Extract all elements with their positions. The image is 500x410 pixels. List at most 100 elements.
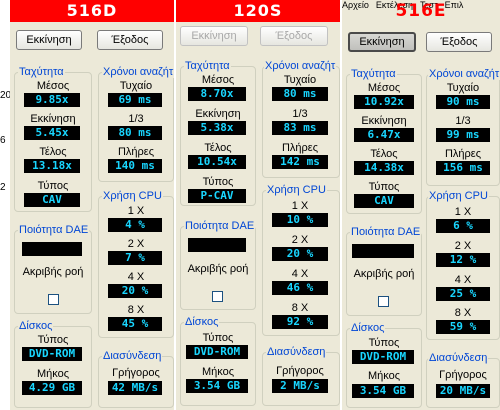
accurate-stream-label: Ακριβής ροή	[187, 263, 249, 275]
seek-times-group-label: Χρόνοι αναζήτ	[264, 60, 337, 72]
average-label: Μέσος	[201, 74, 235, 86]
interface-group	[426, 358, 500, 408]
cpu-4x-label: 4 X	[291, 268, 309, 280]
cpu-8x-value: 45 %	[108, 317, 162, 331]
disc-type-value: DVD-ROM	[186, 345, 248, 359]
cpu-2x-label: 2 X	[454, 240, 472, 252]
window-title: 516D	[10, 0, 174, 22]
fast-label: Γρήγορος	[439, 369, 487, 381]
full-seek-value: 140 ms	[108, 159, 162, 173]
fast-value: 42 MB/s	[108, 381, 162, 395]
dae-quality-value	[352, 244, 414, 258]
disc-length-value: 3.54 GB	[352, 384, 414, 398]
cpu-8x-label: 8 X	[127, 304, 145, 316]
interface-group-label: Διασύνδεση	[102, 350, 163, 362]
dae-quality-group-label: Ποιότητα DAE	[184, 220, 256, 232]
disc-length-label: Μήκος	[201, 366, 235, 378]
end-speed-label: Τέλος	[39, 146, 67, 158]
benchmark-window-516d: 516D Εκκίνηση Έξοδος Ταχύτητα Μέσος 9.85…	[10, 0, 174, 410]
benchmark-window-516e: Αρχείο Εκτέλεση Τεστ Επιλ 516E Εκκίνηση Έξο…	[342, 0, 500, 410]
cpu-8x-label: 8 X	[454, 307, 472, 319]
start-speed-value: 6.47x	[354, 128, 414, 142]
exit-button[interactable]: Έξοδος	[97, 30, 163, 50]
end-speed-value: 13.18x	[24, 159, 80, 173]
random-seek-label: Τυχαίο	[446, 82, 480, 94]
start-button[interactable]: Εκκίνηση	[16, 30, 82, 50]
third-seek-value: 83 ms	[272, 121, 328, 135]
window-title: 120S	[176, 0, 340, 22]
cpu-1x-value: 10 %	[272, 213, 328, 227]
third-seek-value: 80 ms	[108, 126, 162, 140]
accurate-stream-checkbox[interactable]	[212, 291, 223, 302]
interface-group-label: Διασύνδεση	[266, 346, 327, 358]
speed-type-value: P-CAV	[188, 189, 246, 203]
start-speed-label: Εκκίνηση	[30, 113, 76, 125]
average-speed-value: 8.70x	[188, 87, 246, 101]
cpu-1x-label: 1 X	[291, 200, 309, 212]
full-seek-label: Πλήρες	[444, 148, 482, 160]
cpu-2x-label: 2 X	[127, 238, 145, 250]
random-seek-value: 90 ms	[436, 95, 490, 109]
cpu-usage-group-label: Χρήση CPU	[266, 184, 327, 196]
random-seek-label: Τυχαίο	[119, 80, 153, 92]
dae-quality-value	[188, 238, 246, 252]
cpu-8x-label: 8 X	[291, 302, 309, 314]
speed-group-label: Ταχύτητα	[184, 60, 231, 72]
cpu-2x-value: 20 %	[272, 247, 328, 261]
disc-type-value: DVD-ROM	[22, 347, 82, 361]
exit-button[interactable]: Έξοδος	[426, 32, 492, 52]
full-seek-label: Πλήρες	[117, 146, 155, 158]
benchmark-window-120s: 120S Εκκίνηση Έξοδος Ταχύτητα Μέσος 8.70…	[176, 0, 340, 410]
full-seek-value: 142 ms	[272, 155, 328, 169]
disc-group-label: Δίσκος	[350, 322, 386, 334]
speed-type-label: Τύπος	[368, 181, 400, 193]
speed-type-label: Τύπος	[202, 176, 234, 188]
speed-type-label: Τύπος	[37, 180, 69, 192]
exit-button[interactable]: Έξοδος	[260, 26, 328, 46]
cpu-usage-group-label: Χρήση CPU	[102, 190, 163, 202]
disc-length-label: Μήκος	[367, 370, 401, 382]
end-speed-label: Τέλος	[370, 148, 398, 160]
disc-length-value: 3.54 GB	[186, 379, 248, 393]
accurate-stream-checkbox[interactable]	[48, 294, 59, 305]
disc-type-label: Τύπος	[202, 332, 234, 344]
accurate-stream-label: Ακριβής ροή	[353, 268, 415, 280]
start-speed-value: 5.38x	[188, 121, 246, 135]
cpu-4x-value: 46 %	[272, 281, 328, 295]
start-button[interactable]: Εκκίνηση	[348, 32, 416, 52]
dae-quality-value	[22, 242, 82, 256]
accurate-stream-checkbox[interactable]	[378, 296, 389, 307]
third-seek-label: 1/3	[455, 115, 471, 127]
speed-group-label: Ταχύτητα	[350, 68, 397, 80]
dae-quality-group-label: Ποιότητα DAE	[18, 224, 90, 236]
disc-length-value: 4.29 GB	[22, 381, 82, 395]
random-seek-label: Τυχαίο	[283, 74, 317, 86]
fast-value: 20 MB/s	[436, 384, 490, 398]
average-speed-value: 9.85x	[24, 93, 80, 107]
disc-type-label: Τύπος	[37, 334, 69, 346]
full-seek-label: Πλήρες	[281, 142, 319, 154]
window-title: 516E	[395, 1, 447, 21]
fast-value: 2 MB/s	[272, 379, 328, 393]
start-speed-value: 5.45x	[24, 126, 80, 140]
cpu-1x-value: 6 %	[436, 219, 490, 233]
average-speed-value: 10.92x	[354, 95, 414, 109]
average-label: Μέσος	[367, 82, 401, 94]
start-button[interactable]: Εκκίνηση	[180, 26, 248, 46]
random-seek-value: 69 ms	[108, 93, 162, 107]
cpu-8x-value: 59 %	[436, 320, 490, 334]
cpu-1x-value: 4 %	[108, 218, 162, 232]
disc-type-value: DVD-ROM	[352, 350, 414, 364]
interface-group-label: Διασύνδεση	[428, 352, 489, 364]
seek-times-group-label: Χρόνοι αναζήτ	[428, 68, 500, 80]
cpu-8x-value: 92 %	[272, 315, 328, 329]
end-speed-value: 14.38x	[354, 161, 414, 175]
third-seek-label: 1/3	[128, 113, 144, 125]
speed-type-value: CAV	[354, 194, 414, 208]
start-speed-label: Εκκίνηση	[195, 108, 241, 120]
average-label: Μέσος	[36, 80, 70, 92]
accurate-stream-label: Ακριβής ροή	[22, 266, 84, 278]
fast-label: Γρήγορος	[112, 367, 160, 379]
random-seek-value: 80 ms	[272, 87, 328, 101]
fast-label: Γρήγορος	[276, 365, 324, 377]
